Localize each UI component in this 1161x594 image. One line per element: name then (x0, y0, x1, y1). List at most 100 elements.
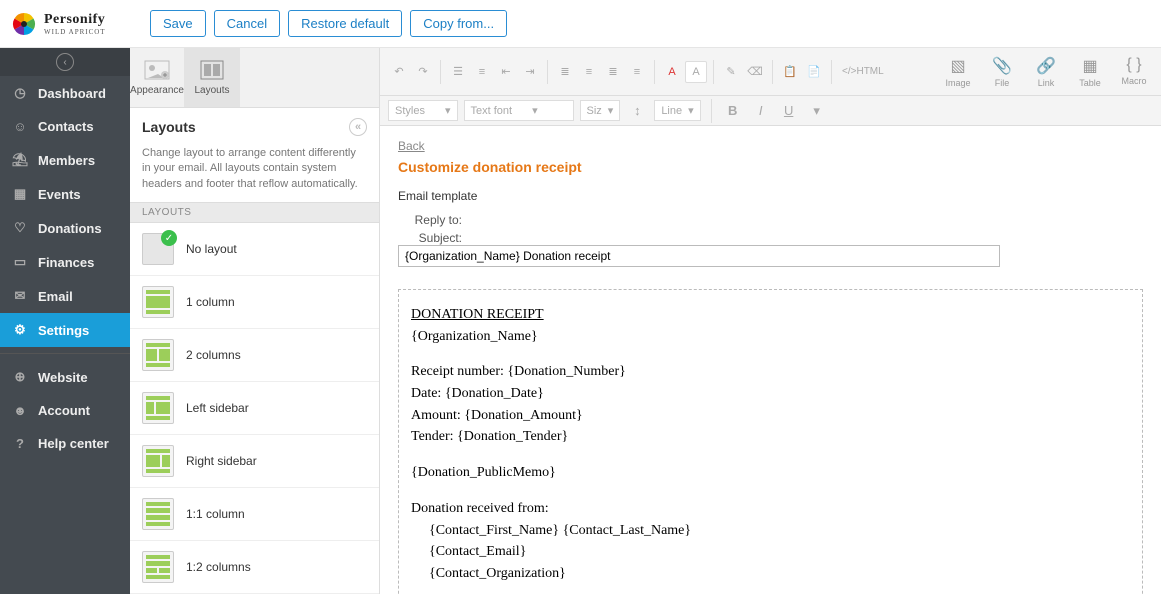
layout-thumb-icon (142, 286, 174, 318)
layout-option-left-sidebar[interactable]: Left sidebar (130, 382, 379, 435)
sidebar-item-label: Email (38, 289, 73, 304)
preview-received-from: Donation received from: (411, 498, 1130, 520)
clear-format-icon[interactable]: ✎ (720, 61, 742, 83)
group-label: Table (1079, 78, 1101, 88)
layout-option-right-sidebar[interactable]: Right sidebar (130, 435, 379, 488)
size-select[interactable]: Siz▾ (580, 100, 621, 121)
preview-memo: {Donation_PublicMemo} (411, 462, 1130, 484)
logo-icon (12, 12, 36, 36)
sidebar-item-finances[interactable]: ▭ Finances (0, 245, 130, 279)
chevron-down-icon[interactable]: ▾ (806, 100, 828, 122)
undo-icon[interactable]: ↶ (388, 61, 410, 83)
layout-option-1-column[interactable]: 1 column (130, 276, 379, 329)
copy-from-button[interactable]: Copy from... (410, 10, 507, 37)
sidebar-collapse[interactable]: ‹ (0, 48, 130, 76)
html-button[interactable]: </> HTML (838, 61, 888, 83)
insert-file-button[interactable]: 📎File (983, 56, 1021, 88)
sidebar-item-label: Donations (38, 221, 102, 236)
preview-contact-name: {Contact_First_Name} {Contact_Last_Name} (411, 520, 1130, 542)
reply-to-label: Reply to: (398, 213, 462, 227)
sidebar-item-help[interactable]: ? Help center (0, 427, 130, 460)
group-label: File (995, 78, 1010, 88)
list-bulleted-icon[interactable]: ☰ (447, 61, 469, 83)
layout-option-2-columns[interactable]: 2 columns (130, 329, 379, 382)
bg-color-icon[interactable]: A (685, 61, 707, 83)
gauge-icon: ◷ (12, 85, 28, 101)
tab-layouts[interactable]: Layouts (185, 48, 240, 107)
sidebar-item-label: Website (38, 370, 88, 385)
email-preview[interactable]: DONATION RECEIPT {Organization_Name} Rec… (398, 289, 1143, 594)
align-left-icon[interactable]: ≣ (554, 61, 576, 83)
editor-area: ↶ ↷ ☰ ≡ ⇤ ⇥ ≣ ≡ ≣ ≡ A A ✎ ⌫ 📋 📄 </> HTML… (380, 48, 1161, 594)
back-link[interactable]: Back (398, 139, 425, 153)
layout-option-label: 1:2 columns (186, 560, 251, 574)
help-icon: ? (12, 436, 28, 451)
sidebar-item-contacts[interactable]: ☺Contacts (0, 110, 130, 143)
sidebar-item-settings[interactable]: ⚙Settings (0, 313, 130, 347)
page-title: Customize donation receipt (398, 159, 1143, 175)
indent-icon[interactable]: ⇥ (519, 61, 541, 83)
sidebar-item-website[interactable]: ⊕ Website (0, 360, 130, 394)
brand-name: Personify (44, 12, 106, 28)
outdent-icon[interactable]: ⇤ (495, 61, 517, 83)
line-height-icon[interactable]: ↕ (626, 100, 648, 122)
paste-text-icon[interactable]: 📄 (803, 61, 825, 83)
layout-option-1-1-column[interactable]: 1:1 column (130, 488, 379, 541)
layout-option-label: Left sidebar (186, 401, 249, 415)
brand-logo: Personify WILD APRICOT (12, 12, 130, 36)
redo-icon[interactable]: ↷ (412, 61, 434, 83)
sidebar-item-label: Help center (38, 436, 109, 451)
app-header: Personify WILD APRICOT Save Cancel Resto… (0, 0, 1161, 48)
sidebar-item-label: Contacts (38, 119, 94, 134)
sidebar-item-dashboard[interactable]: ◷ Dashboard (0, 76, 130, 110)
layout-thumb-icon (142, 551, 174, 583)
sidebar-item-label: Dashboard (38, 86, 106, 101)
font-select[interactable]: Text font▾ (464, 100, 574, 121)
collapse-panel-icon[interactable]: « (349, 118, 367, 136)
section-label: LAYOUTS (130, 202, 379, 223)
insert-link-button[interactable]: 🔗Link (1027, 56, 1065, 88)
styles-select[interactable]: Styles▾ (388, 100, 458, 121)
sidebar-item-label: Events (38, 187, 81, 202)
sidebar-item-events[interactable]: ▦Events (0, 177, 130, 211)
sidebar-item-email[interactable]: ✉Email (0, 279, 130, 313)
layout-option-1-2-columns[interactable]: 1:2 columns (130, 541, 379, 594)
align-center-icon[interactable]: ≡ (578, 61, 600, 83)
person-icon: ☻ (12, 403, 28, 418)
save-button[interactable]: Save (150, 10, 206, 37)
sidebar-item-label: Finances (38, 255, 94, 270)
layout-thumb-icon (142, 498, 174, 530)
subject-input[interactable] (398, 245, 1000, 267)
select-label: Styles (395, 105, 425, 117)
sidebar-item-account[interactable]: ☻Account (0, 394, 130, 427)
group-label: Link (1038, 78, 1055, 88)
list-numbered-icon[interactable]: ≡ (471, 61, 493, 83)
paste-icon[interactable]: 📋 (779, 61, 801, 83)
insert-table-button[interactable]: ▦Table (1071, 56, 1109, 88)
eraser-icon[interactable]: ⌫ (744, 61, 766, 83)
bold-icon[interactable]: B (722, 100, 744, 122)
insert-image-button[interactable]: ▧Image (939, 56, 977, 88)
chevron-down-icon: ▾ (688, 104, 694, 117)
layout-option-label: 1:1 column (186, 507, 245, 521)
align-right-icon[interactable]: ≣ (602, 61, 624, 83)
tab-label: Appearance (130, 85, 184, 96)
appearance-icon (143, 59, 171, 81)
line-select[interactable]: Line▾ (654, 100, 700, 121)
globe-icon: ⊕ (12, 369, 28, 385)
select-label: Siz (587, 105, 602, 117)
sidebar-item-donations[interactable]: ♡Donations (0, 211, 130, 245)
check-icon: ✓ (161, 230, 177, 246)
italic-icon[interactable]: I (750, 100, 772, 122)
underline-icon[interactable]: U (778, 100, 800, 122)
restore-default-button[interactable]: Restore default (288, 10, 402, 37)
text-color-icon[interactable]: A (661, 61, 683, 83)
tab-appearance[interactable]: Appearance (130, 48, 185, 107)
layout-option-no-layout[interactable]: ✓ No layout (130, 223, 379, 276)
cancel-button[interactable]: Cancel (214, 10, 280, 37)
align-justify-icon[interactable]: ≡ (626, 61, 648, 83)
insert-macro-button[interactable]: { }Macro (1115, 56, 1153, 88)
preview-amount: Amount: {Donation_Amount} (411, 405, 1130, 427)
sidebar-item-members[interactable]: ⛱Members (0, 143, 130, 177)
invoice-icon: ▭ (12, 254, 28, 270)
